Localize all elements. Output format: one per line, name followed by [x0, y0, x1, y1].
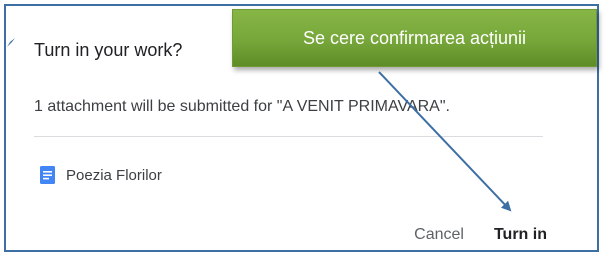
dialog-title: Turn in your work?: [34, 40, 183, 60]
attachment-name: Poezia Florilor: [66, 166, 162, 184]
attachment-item[interactable]: Poezia Florilor: [40, 163, 162, 187]
annotation-callout: Se cere confirmarea acțiunii: [232, 9, 597, 67]
cancel-button[interactable]: Cancel: [414, 226, 464, 244]
turn-in-button[interactable]: Turn in: [494, 226, 547, 244]
dialog-divider: [34, 136, 543, 137]
screenshot-stage: Turn in your work? 1 attachment will be …: [0, 0, 608, 256]
dialog-message: 1 attachment will be submitted for "A VE…: [34, 98, 450, 115]
dialog-actions: Cancel Turn in: [414, 226, 547, 244]
google-docs-icon: [40, 166, 55, 184]
